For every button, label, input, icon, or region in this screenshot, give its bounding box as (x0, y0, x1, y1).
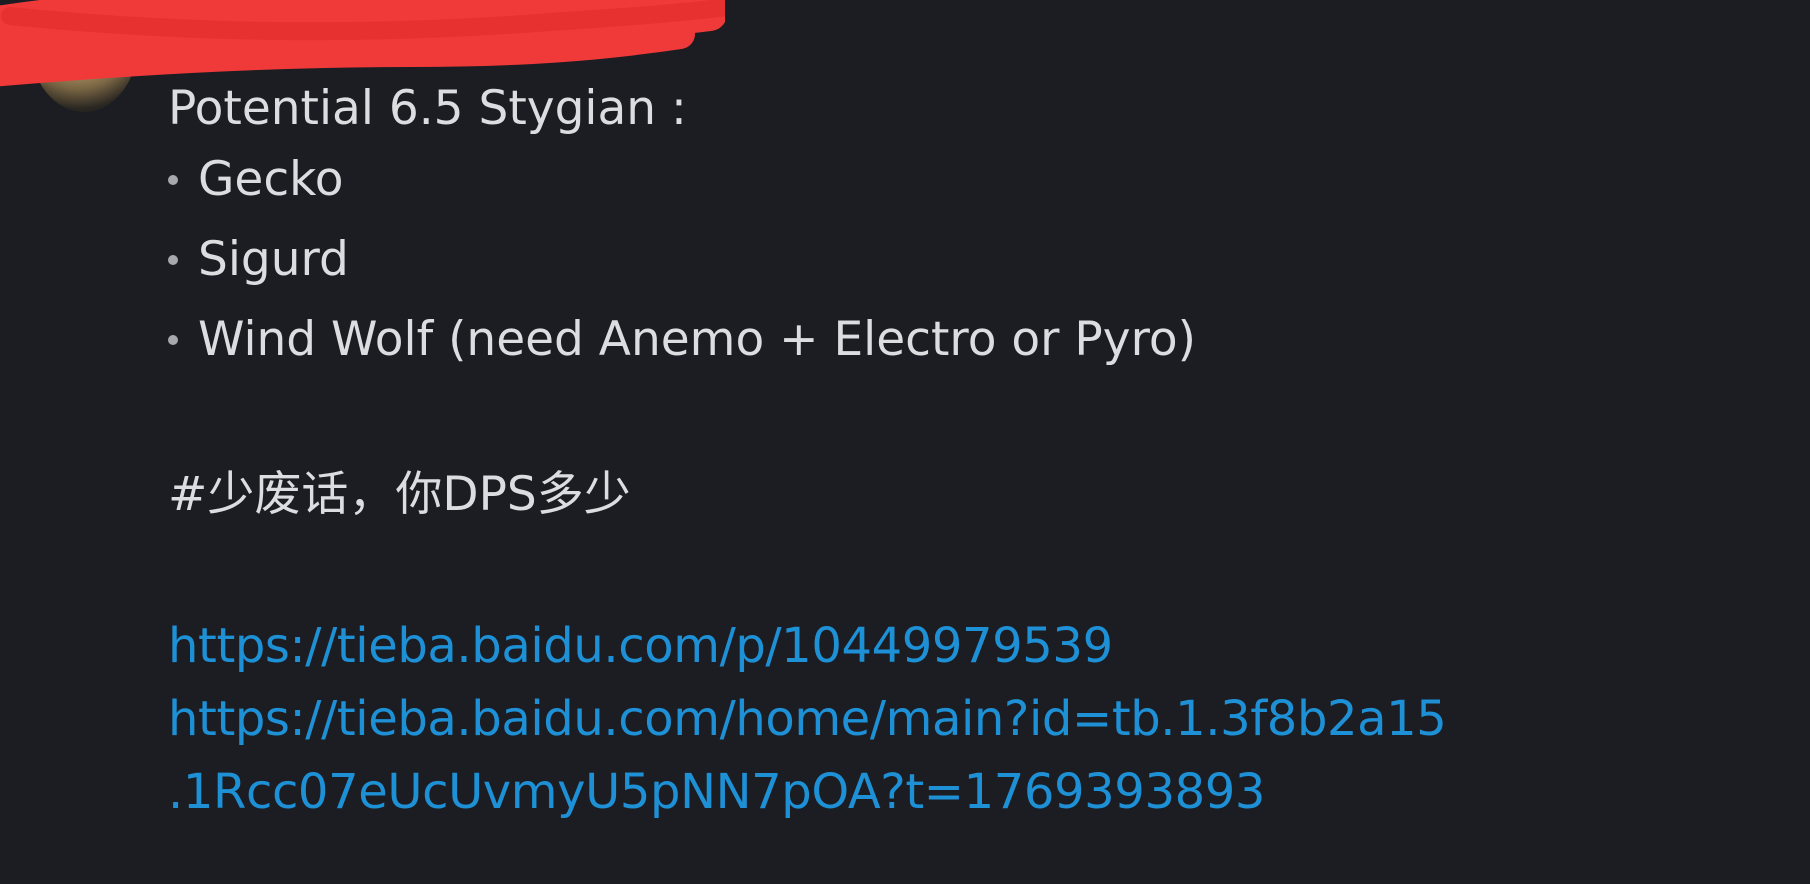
bullet-icon (168, 175, 178, 185)
message-content: Potential 6.5 Stygian : Gecko Sigurd Win… (168, 78, 1447, 829)
bullet-item-gecko: Gecko (168, 140, 1446, 220)
bullet-item-wind-wolf: Wind Wolf (need Anemo + Electro or Pyro) (168, 300, 1446, 380)
bullet-text: Sigurd (198, 232, 349, 287)
bullet-icon (168, 255, 178, 265)
hashtag-text: #少废话，你DPS多少 (168, 467, 631, 522)
bullet-text: Wind Wolf (need Anemo + Electro or Pyro) (198, 312, 1196, 367)
link-tieba-profile-line-2[interactable]: .1Rcc07eUcUvmyU5pNN7pOA?t=1769393893 (168, 756, 1446, 829)
bullet-item-sigurd: Sigurd (168, 220, 1446, 300)
bullet-icon (168, 335, 178, 345)
link-tieba-post[interactable]: https://tieba.baidu.com/p/10449979539 (168, 610, 1446, 683)
redaction-scribble (0, 0, 725, 87)
bullet-text: Gecko (198, 152, 344, 207)
link-tieba-profile-line-1[interactable]: https://tieba.baidu.com/home/main?id=tb.… (168, 683, 1447, 756)
